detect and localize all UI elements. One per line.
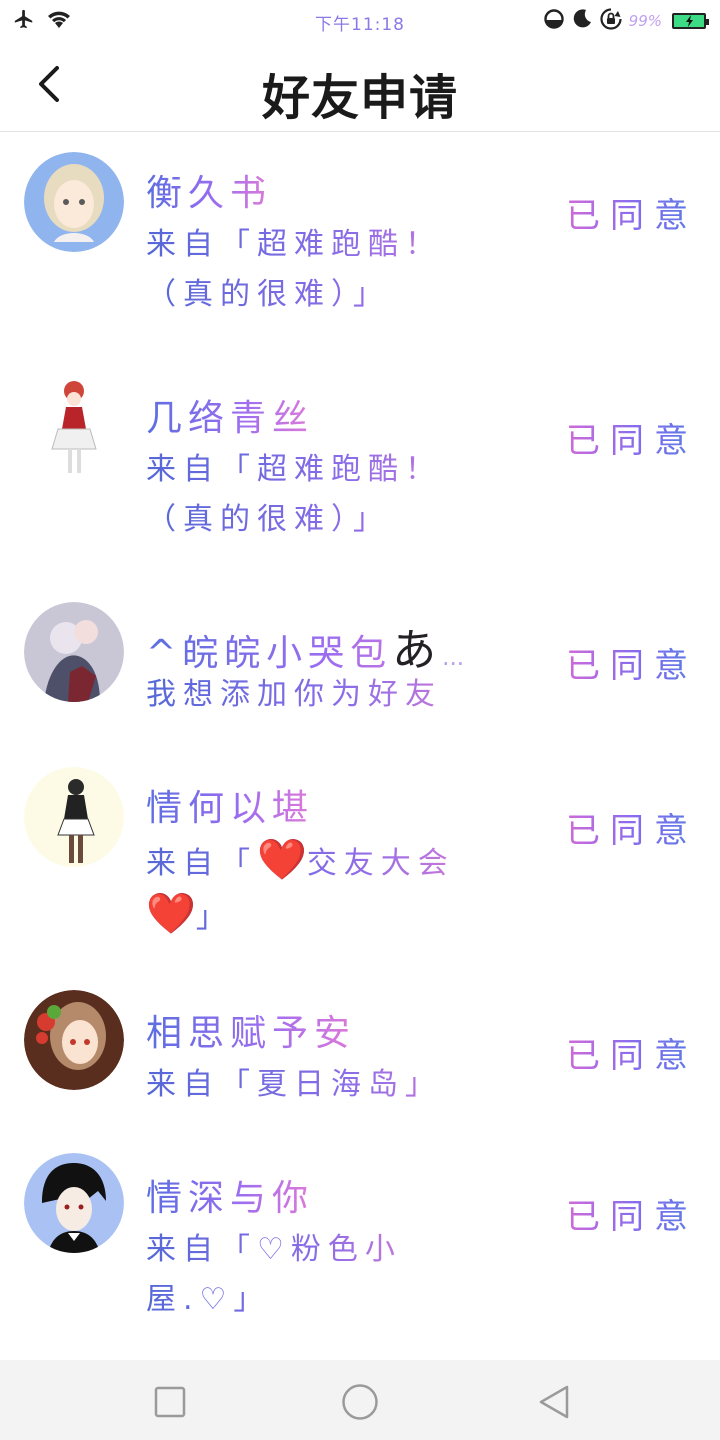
status-right: 99% — [543, 7, 709, 35]
requester-name-prefix: ^皖皖小哭包 — [146, 633, 393, 674]
requester-name: 相思赋予安 — [146, 1004, 356, 1056]
request-source: 来自「❤️交友大会❤️」 — [146, 835, 486, 943]
avatar[interactable] — [24, 602, 124, 702]
request-source: 来自「♡粉色小屋.♡」 — [146, 1225, 436, 1325]
request-source: 来自「超难跑酷！（真的很难）」 — [146, 220, 486, 320]
avatar[interactable] — [24, 990, 124, 1090]
data-saver-icon — [543, 8, 565, 34]
requester-name: ^皖皖小哭包あ… — [146, 614, 466, 678]
source-name: 交友大会 — [306, 846, 455, 881]
list-item[interactable]: 几络青丝 来自「超难跑酷！（真的很难）」 已同意 — [0, 357, 720, 582]
heart-emoji: ❤️ — [257, 837, 307, 883]
avatar[interactable] — [24, 1153, 124, 1253]
agreed-status-button[interactable]: 已同意 — [566, 188, 698, 237]
requester-name: 情何以堪 — [146, 779, 314, 831]
back-nav-button[interactable] — [532, 1380, 576, 1424]
agreed-status-button[interactable]: 已同意 — [566, 1028, 698, 1077]
request-source: 我想添加你为好友 — [146, 670, 486, 720]
agreed-status-button[interactable]: 已同意 — [566, 1189, 698, 1238]
source-suffix: 」 — [195, 900, 233, 935]
requester-name-suffix: あ — [392, 625, 443, 676]
do-not-disturb-icon — [571, 8, 593, 34]
recents-button[interactable] — [148, 1380, 192, 1424]
system-navigation-bar — [0, 1360, 720, 1440]
list-item[interactable]: 情何以堪 来自「❤️交友大会❤️」 已同意 — [0, 747, 720, 972]
list-item[interactable]: ^皖皖小哭包あ… 我想添加你为好友 已同意 — [0, 582, 720, 747]
circle-icon — [342, 1384, 378, 1420]
avatar[interactable] — [24, 767, 124, 867]
square-icon — [154, 1386, 186, 1418]
requester-name: 衡久书 — [146, 164, 272, 216]
status-bar: 下午11:18 99% — [0, 0, 720, 40]
request-source: 来自「超难跑酷！（真的很难）」 — [146, 445, 486, 545]
app-header: 好友申请 — [0, 40, 720, 132]
agreed-status-button[interactable]: 已同意 — [566, 413, 698, 462]
avatar[interactable] — [24, 377, 124, 477]
source-prefix: 来自「 — [146, 846, 257, 881]
battery-percent: 99% — [628, 12, 662, 30]
request-source: 来自「夏日海岛」 — [146, 1060, 486, 1110]
triangle-back-icon — [539, 1385, 569, 1419]
page-title: 好友申请 — [261, 70, 458, 126]
battery-charging-icon — [672, 13, 709, 29]
agreed-status-button[interactable]: 已同意 — [566, 638, 698, 687]
home-button[interactable] — [338, 1380, 382, 1424]
requester-name: 情深与你 — [146, 1169, 314, 1221]
agreed-status-button[interactable]: 已同意 — [566, 803, 698, 852]
list-item[interactable]: 情深与你 来自「♡粉色小屋.♡」 已同意 — [0, 1137, 720, 1357]
avatar[interactable] — [24, 152, 124, 252]
list-item[interactable]: 相思赋予安 来自「夏日海岛」 已同意 — [0, 972, 720, 1137]
rotation-lock-icon — [599, 7, 623, 35]
requester-name: 几络青丝 — [146, 389, 314, 441]
list-item[interactable]: 衡久书 来自「超难跑酷！（真的很难）」 已同意 — [0, 132, 720, 357]
name-overflow: … — [442, 646, 467, 671]
heart-emoji: ❤️ — [146, 891, 196, 937]
